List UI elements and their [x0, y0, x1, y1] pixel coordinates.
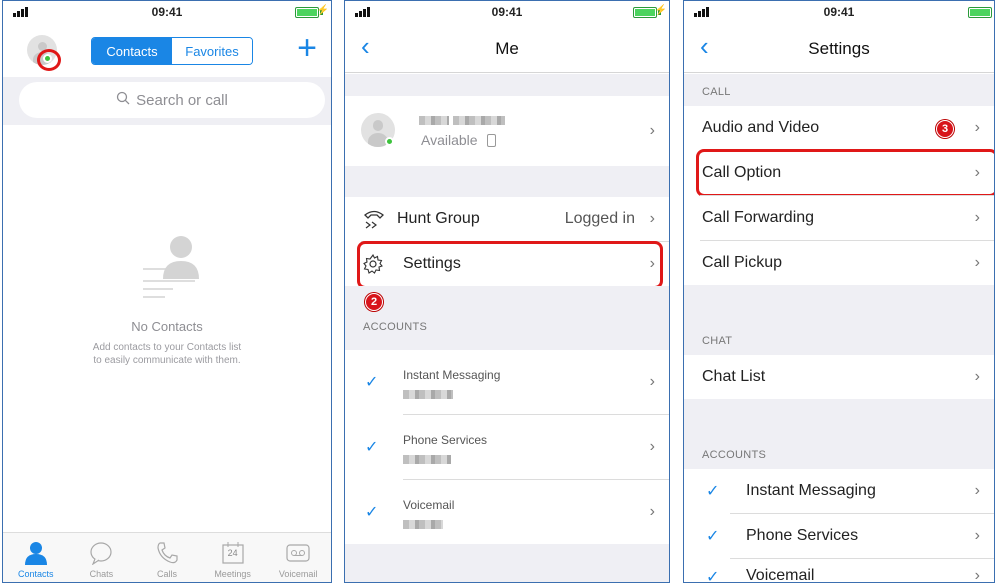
mobile-device-icon: [487, 134, 497, 147]
battery-icon: [968, 7, 992, 18]
chevron-right-icon: ›: [974, 368, 980, 385]
calendar-icon: 24: [221, 540, 244, 566]
accounts-section-header: ACCOUNTS: [363, 321, 428, 333]
presence-dot: [385, 137, 394, 146]
chevron-right-icon: ›: [974, 482, 980, 499]
annotation-ring-1: [37, 49, 61, 71]
account-name: Instant Messaging: [403, 368, 501, 382]
chevron-right-icon: ›: [974, 567, 980, 583]
profile-row[interactable]: Available ›: [345, 96, 669, 166]
check-icon: ✓: [706, 483, 720, 500]
accounts-section-header: ACCOUNTS: [702, 449, 767, 461]
hunt-group-icon: [363, 209, 385, 234]
search-placeholder: Search or call: [136, 91, 228, 109]
chevron-right-icon: ›: [649, 503, 655, 520]
search-icon: [116, 91, 130, 109]
step-badge-2: 2: [365, 293, 383, 311]
chat-bubble-icon: [89, 540, 113, 566]
status-bar: 09:41 ⚡: [3, 1, 331, 23]
empty-state-title: No Contacts: [131, 319, 203, 334]
chat-section-header: CHAT: [702, 335, 733, 347]
status-time: 09:41: [823, 5, 855, 19]
call-section-header: CALL: [702, 86, 731, 98]
chevron-right-icon: ›: [974, 119, 980, 136]
charging-icon: ⚡: [316, 5, 329, 16]
nav-bar: ‹ Me: [345, 23, 669, 73]
account-id-redacted: [403, 455, 451, 464]
account-id-redacted: [403, 520, 443, 529]
chevron-right-icon: ›: [649, 210, 655, 227]
tabbar-voicemail[interactable]: Voicemail: [265, 533, 331, 582]
settings-account-instant-messaging[interactable]: ✓ Instant Messaging ›: [684, 469, 994, 513]
annotation-ring-2: [357, 241, 663, 289]
contacts-screen: 09:41 ⚡ Contacts Favorites + 1 Search or…: [2, 0, 332, 583]
contacts-header: Contacts Favorites +: [3, 23, 331, 75]
battery-icon: [295, 7, 319, 18]
account-name: Voicemail: [403, 498, 455, 512]
hunt-group-row[interactable]: Hunt Group Logged in ›: [345, 197, 669, 241]
hunt-group-value: Logged in: [564, 210, 635, 227]
person-icon: [24, 540, 48, 566]
profile-name-redacted: [419, 112, 506, 130]
account-id-redacted: [403, 390, 453, 399]
battery-icon: [633, 7, 657, 18]
charging-icon: ⚡: [654, 5, 667, 16]
contacts-favorites-toggle: Contacts Favorites: [91, 37, 253, 65]
tabbar-chats[interactable]: Chats: [69, 533, 135, 582]
settings-account-voicemail[interactable]: ✓ Voicemail ›: [684, 559, 994, 583]
page-title: Me: [495, 39, 519, 58]
presence-status: Available: [421, 132, 478, 148]
tab-favorites[interactable]: Favorites: [172, 38, 252, 64]
account-name: Phone Services: [403, 433, 488, 447]
status-bar: 09:41: [684, 1, 994, 23]
chevron-right-icon: ›: [649, 373, 655, 390]
me-screen: 09:41 ⚡ ‹ Me Available › Hunt Group Logg…: [344, 0, 670, 583]
page-title: Settings: [808, 39, 870, 58]
account-row-instant-messaging[interactable]: ✓ Instant Messaging ›: [345, 350, 669, 414]
tab-contacts[interactable]: Contacts: [92, 38, 172, 64]
account-row-voicemail[interactable]: ✓ Voicemail ›: [345, 480, 669, 544]
chevron-right-icon: ›: [974, 527, 980, 544]
status-time: 09:41: [151, 5, 183, 19]
step-badge-3: 3: [936, 120, 954, 138]
nav-bar: ‹ Settings: [684, 23, 994, 73]
settings-account-phone-services[interactable]: ✓ Phone Services ›: [684, 514, 994, 558]
chevron-right-icon: ›: [974, 254, 980, 271]
annotation-ring-3: [696, 149, 994, 197]
voicemail-icon: [286, 540, 310, 566]
hunt-group-label: Hunt Group: [397, 210, 480, 227]
tabbar-meetings[interactable]: 24 Meetings: [200, 533, 266, 582]
calendar-day: 24: [227, 548, 238, 558]
chevron-right-icon: ›: [649, 122, 655, 139]
chevron-right-icon: ›: [649, 438, 655, 455]
search-input[interactable]: Search or call: [19, 82, 325, 118]
check-icon: ✓: [365, 504, 379, 521]
check-icon: ✓: [365, 439, 379, 456]
empty-state-text: Add contacts to your Contacts list to ea…: [92, 342, 242, 366]
settings-row-call-pickup[interactable]: Call Pickup ›: [684, 241, 994, 285]
phone-icon: [155, 540, 179, 566]
check-icon: ✓: [706, 569, 720, 583]
empty-contacts-icon: [143, 231, 213, 301]
tabbar-calls[interactable]: Calls: [134, 533, 200, 582]
add-contact-button[interactable]: +: [297, 31, 317, 65]
status-bar: 09:41 ⚡: [345, 1, 669, 23]
check-icon: ✓: [706, 528, 720, 545]
account-row-phone-services[interactable]: ✓ Phone Services ›: [345, 415, 669, 479]
settings-screen: 09:41 ‹ Settings CALL Audio and Video › …: [683, 0, 995, 583]
check-icon: ✓: [365, 374, 379, 391]
status-time: 09:41: [491, 5, 523, 19]
settings-row-call-forwarding[interactable]: Call Forwarding ›: [684, 196, 994, 240]
tabbar-contacts[interactable]: Contacts: [3, 533, 69, 582]
bottom-tab-bar: Contacts Chats Calls 24 Meetings Voicema…: [3, 532, 331, 582]
settings-row-chat-list[interactable]: Chat List ›: [684, 355, 994, 399]
chevron-right-icon: ›: [974, 209, 980, 226]
